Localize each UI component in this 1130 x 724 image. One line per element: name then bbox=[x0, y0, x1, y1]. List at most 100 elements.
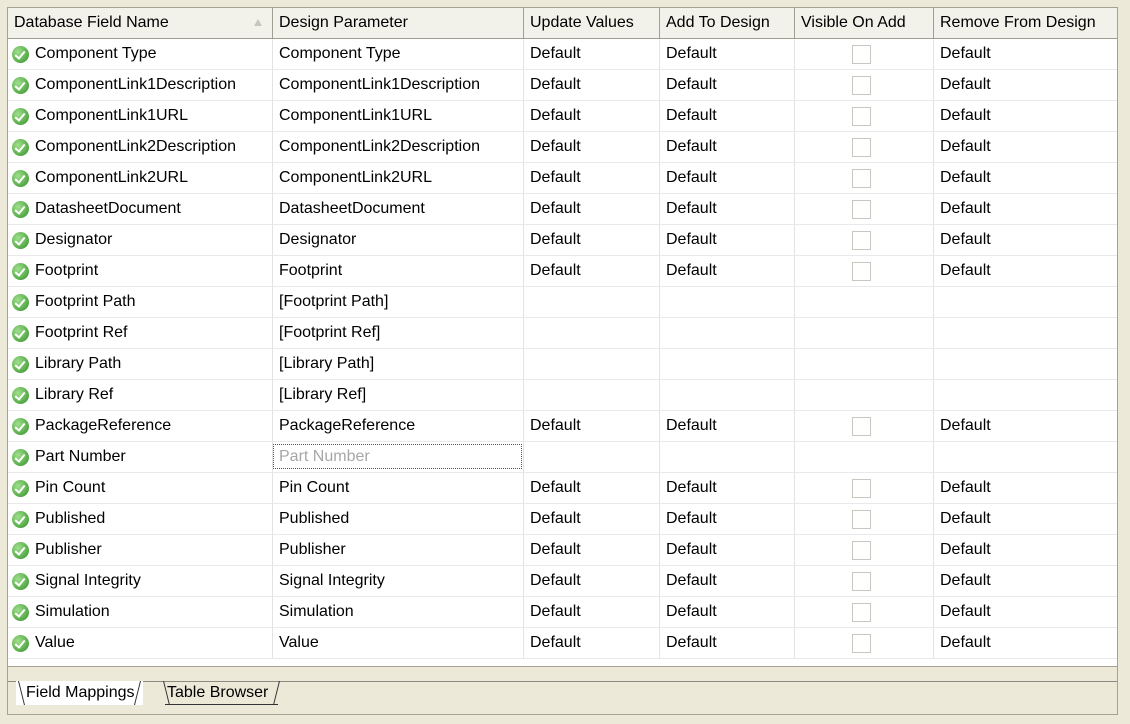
cell-update-values[interactable]: Default bbox=[524, 566, 660, 596]
cell-remove-from-design[interactable]: Default bbox=[934, 628, 1117, 658]
visible-on-add-checkbox[interactable] bbox=[852, 572, 871, 591]
cell-visible-on-add[interactable] bbox=[795, 597, 934, 627]
cell-database-field-name[interactable]: Footprint Ref bbox=[8, 318, 273, 348]
column-header-add-to-design[interactable]: Add To Design bbox=[660, 8, 795, 38]
cell-update-values[interactable]: Default bbox=[524, 101, 660, 131]
cell-visible-on-add[interactable] bbox=[795, 194, 934, 224]
cell-database-field-name[interactable]: ComponentLink2Description bbox=[8, 132, 273, 162]
cell-visible-on-add[interactable] bbox=[795, 132, 934, 162]
cell-design-parameter[interactable]: Published bbox=[273, 504, 524, 534]
table-row[interactable]: ComponentLink1URL ComponentLink1URL Defaul… bbox=[8, 101, 1117, 132]
cell-update-values[interactable] bbox=[524, 442, 660, 472]
cell-remove-from-design[interactable]: Default bbox=[934, 225, 1117, 255]
visible-on-add-checkbox[interactable] bbox=[852, 510, 871, 529]
table-row[interactable]: ComponentLink1Description ComponentLink1D… bbox=[8, 70, 1117, 101]
table-row[interactable]: PackageReference PackageReference Default D… bbox=[8, 411, 1117, 442]
cell-update-values[interactable] bbox=[524, 318, 660, 348]
cell-design-parameter[interactable]: Value bbox=[273, 628, 524, 658]
cell-database-field-name[interactable]: Footprint Path bbox=[8, 287, 273, 317]
table-row[interactable]: ComponentLink2URL ComponentLink2URL Defaul… bbox=[8, 163, 1117, 194]
table-row[interactable]: Footprint Ref [Footprint Ref] bbox=[8, 318, 1117, 349]
cell-database-field-name[interactable]: Value bbox=[8, 628, 273, 658]
cell-add-to-design[interactable] bbox=[660, 349, 795, 379]
cell-design-parameter[interactable]: ComponentLink1URL bbox=[273, 101, 524, 131]
cell-update-values[interactable]: Default bbox=[524, 535, 660, 565]
cell-update-values[interactable]: Default bbox=[524, 225, 660, 255]
cell-database-field-name[interactable]: ComponentLink1Description bbox=[8, 70, 273, 100]
visible-on-add-checkbox[interactable] bbox=[852, 138, 871, 157]
cell-database-field-name[interactable]: DatasheetDocument bbox=[8, 194, 273, 224]
cell-remove-from-design[interactable]: Default bbox=[934, 70, 1117, 100]
cell-database-field-name[interactable]: Signal Integrity bbox=[8, 566, 273, 596]
cell-update-values[interactable] bbox=[524, 349, 660, 379]
table-row[interactable]: Footprint Path [Footprint Path] bbox=[8, 287, 1117, 318]
cell-remove-from-design[interactable] bbox=[934, 380, 1117, 410]
cell-add-to-design[interactable]: Default bbox=[660, 225, 795, 255]
cell-database-field-name[interactable]: Published bbox=[8, 504, 273, 534]
cell-visible-on-add[interactable] bbox=[795, 39, 934, 69]
visible-on-add-checkbox[interactable] bbox=[852, 541, 871, 560]
cell-design-parameter[interactable]: Simulation bbox=[273, 597, 524, 627]
cell-add-to-design[interactable] bbox=[660, 318, 795, 348]
cell-design-parameter[interactable]: Part Number bbox=[273, 442, 524, 472]
table-row[interactable]: Component Type Component Type Default Defau… bbox=[8, 39, 1117, 70]
cell-design-parameter[interactable]: Designator bbox=[273, 225, 524, 255]
cell-database-field-name[interactable]: ComponentLink2URL bbox=[8, 163, 273, 193]
cell-add-to-design[interactable]: Default bbox=[660, 256, 795, 286]
cell-add-to-design[interactable]: Default bbox=[660, 70, 795, 100]
cell-update-values[interactable]: Default bbox=[524, 628, 660, 658]
cell-design-parameter[interactable]: [Library Path] bbox=[273, 349, 524, 379]
cell-design-parameter[interactable]: ComponentLink1Description bbox=[273, 70, 524, 100]
cell-visible-on-add[interactable] bbox=[795, 163, 934, 193]
cell-add-to-design[interactable]: Default bbox=[660, 535, 795, 565]
visible-on-add-checkbox[interactable] bbox=[852, 45, 871, 64]
cell-design-parameter[interactable]: [Footprint Ref] bbox=[273, 318, 524, 348]
cell-add-to-design[interactable] bbox=[660, 287, 795, 317]
cell-design-parameter[interactable]: Pin Count bbox=[273, 473, 524, 503]
visible-on-add-checkbox[interactable] bbox=[852, 634, 871, 653]
cell-add-to-design[interactable]: Default bbox=[660, 628, 795, 658]
cell-design-parameter[interactable]: PackageReference bbox=[273, 411, 524, 441]
cell-remove-from-design[interactable]: Default bbox=[934, 256, 1117, 286]
cell-remove-from-design[interactable]: Default bbox=[934, 566, 1117, 596]
cell-remove-from-design[interactable] bbox=[934, 318, 1117, 348]
cell-database-field-name[interactable]: ComponentLink1URL bbox=[8, 101, 273, 131]
cell-database-field-name[interactable]: Component Type bbox=[8, 39, 273, 69]
cell-database-field-name[interactable]: Library Path bbox=[8, 349, 273, 379]
cell-database-field-name[interactable]: Part Number bbox=[8, 442, 273, 472]
cell-visible-on-add[interactable] bbox=[795, 318, 934, 348]
cell-update-values[interactable]: Default bbox=[524, 163, 660, 193]
visible-on-add-checkbox[interactable] bbox=[852, 262, 871, 281]
table-row[interactable]: DatasheetDocument DatasheetDocument Defaul… bbox=[8, 194, 1117, 225]
cell-visible-on-add[interactable] bbox=[795, 349, 934, 379]
cell-add-to-design[interactable]: Default bbox=[660, 194, 795, 224]
cell-visible-on-add[interactable] bbox=[795, 101, 934, 131]
visible-on-add-checkbox[interactable] bbox=[852, 200, 871, 219]
table-row[interactable]: Library Ref [Library Ref] bbox=[8, 380, 1117, 411]
cell-database-field-name[interactable]: Library Ref bbox=[8, 380, 273, 410]
table-row[interactable]: Published Published Default Default Default bbox=[8, 504, 1117, 535]
visible-on-add-checkbox[interactable] bbox=[852, 107, 871, 126]
cell-design-parameter[interactable]: Signal Integrity bbox=[273, 566, 524, 596]
table-row[interactable]: Pin Count Pin Count Default Default Default bbox=[8, 473, 1117, 504]
cell-remove-from-design[interactable]: Default bbox=[934, 597, 1117, 627]
column-header-design-parameter[interactable]: Design Parameter bbox=[273, 8, 524, 38]
table-row[interactable]: Footprint Footprint Default Default Default bbox=[8, 256, 1117, 287]
cell-add-to-design[interactable]: Default bbox=[660, 473, 795, 503]
cell-visible-on-add[interactable] bbox=[795, 442, 934, 472]
cell-database-field-name[interactable]: PackageReference bbox=[8, 411, 273, 441]
cell-add-to-design[interactable] bbox=[660, 380, 795, 410]
cell-add-to-design[interactable] bbox=[660, 442, 795, 472]
column-header-database-field-name[interactable]: Database Field Name bbox=[8, 8, 273, 38]
cell-database-field-name[interactable]: Footprint bbox=[8, 256, 273, 286]
column-header-remove-from-design[interactable]: Remove From Design bbox=[934, 8, 1117, 38]
cell-database-field-name[interactable]: Pin Count bbox=[8, 473, 273, 503]
cell-design-parameter[interactable]: ComponentLink2URL bbox=[273, 163, 524, 193]
table-row[interactable]: Part Number Part Number bbox=[8, 442, 1117, 473]
cell-design-parameter[interactable]: ComponentLink2Description bbox=[273, 132, 524, 162]
cell-remove-from-design[interactable]: Default bbox=[934, 411, 1117, 441]
cell-visible-on-add[interactable] bbox=[795, 628, 934, 658]
cell-update-values[interactable] bbox=[524, 287, 660, 317]
cell-design-parameter[interactable]: Component Type bbox=[273, 39, 524, 69]
cell-add-to-design[interactable]: Default bbox=[660, 163, 795, 193]
